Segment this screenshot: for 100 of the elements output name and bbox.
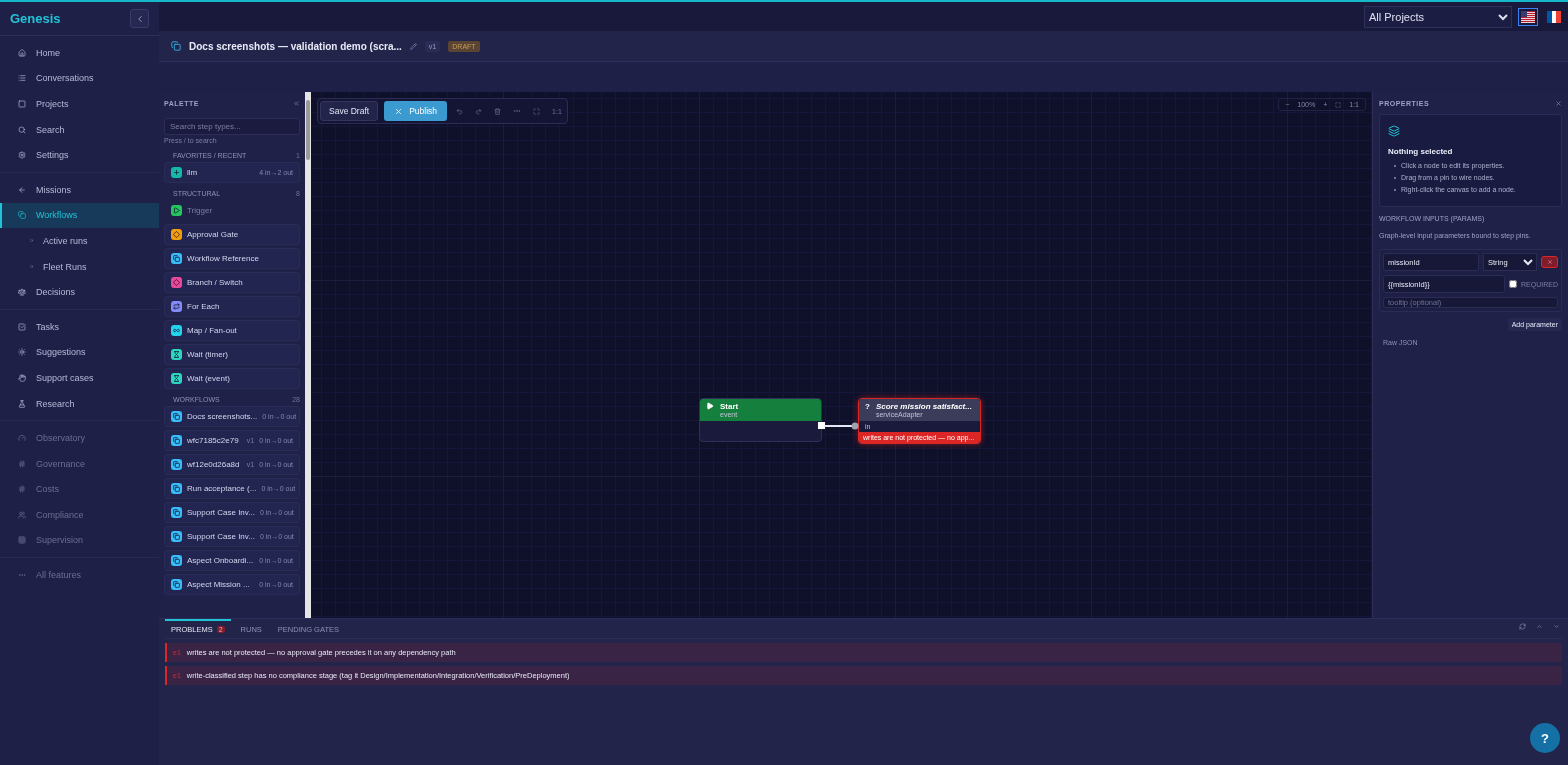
palette-item[interactable]: Wait (event) [164, 368, 300, 389]
nav-label: Projects [36, 99, 69, 109]
trash-icon [494, 107, 502, 115]
required-checkbox[interactable] [1509, 280, 1518, 288]
nav-item[interactable]: Research [0, 390, 159, 417]
nav-item[interactable]: Support cases [0, 365, 159, 391]
x-icon [1546, 259, 1553, 265]
people-icon [18, 510, 26, 519]
nav-label: Tasks [36, 321, 59, 332]
home-icon [18, 48, 26, 57]
nav-item[interactable]: Search [0, 116, 159, 143]
nodes-icon [1388, 125, 1400, 137]
workflow-icon [171, 41, 181, 51]
step-label: Run acceptance (... [187, 484, 257, 493]
nav-item[interactable]: Missions [0, 176, 159, 203]
project-select[interactable]: All Projects [1364, 5, 1512, 28]
nav-label: Research [36, 398, 75, 409]
redo-icon [475, 107, 483, 115]
brand-name: Genesis [10, 11, 61, 26]
palette-item[interactable]: Map / Fan-out [164, 320, 300, 341]
nav-label: Fleet Runs [43, 261, 87, 272]
undo-icon [456, 107, 464, 115]
step-label: wfc7185c2e79 [187, 436, 240, 445]
fullscreen-icon [533, 107, 541, 115]
search-icon [18, 125, 26, 134]
palette-item[interactable]: Workflow Reference [164, 248, 300, 269]
nav-label: Governance [36, 458, 86, 469]
nav-label: Supervision [36, 535, 84, 546]
palette-item[interactable]: Approval Gate [164, 224, 300, 245]
nav-item[interactable]: Home [0, 40, 159, 66]
step-label: Approval Gate [187, 230, 240, 239]
chevron-up-icon[interactable] [1536, 623, 1543, 630]
node-title: Start [720, 402, 739, 411]
us-flag-icon [1521, 10, 1535, 23]
nav-item[interactable]: Suggestions [0, 339, 159, 366]
step-label: Aspect Onboardi... [187, 556, 255, 565]
help-button[interactable]: ? [1530, 723, 1560, 753]
step-label: Support Case Inv... [187, 532, 255, 541]
nav-item[interactable]: Conversations [0, 65, 159, 92]
step-label: Wait (event) [187, 374, 231, 383]
nav-item[interactable]: Decisions [0, 279, 159, 305]
palette-item[interactable]: Wait (timer) [164, 344, 300, 365]
palette-item[interactable]: Branch / Switch [164, 272, 300, 293]
remove-param-button[interactable] [1541, 256, 1558, 268]
collapse-icon[interactable] [293, 99, 300, 107]
fit-view-icon[interactable] [1335, 101, 1342, 108]
nav-label: Support cases [36, 372, 94, 383]
nav-label: Conversations [36, 73, 94, 84]
chevron-down-icon[interactable] [1553, 623, 1560, 630]
hash-icon [18, 485, 26, 494]
step-label: wf12e0d26a8d [187, 460, 240, 469]
more-icon [513, 107, 522, 115]
step-label: llm [187, 168, 199, 177]
save-draft-button[interactable]: Save Draft [320, 101, 379, 121]
step-label: Support Case Inv... [187, 508, 255, 517]
play-icon [706, 402, 714, 410]
edit-icon[interactable] [409, 42, 417, 50]
nav-item[interactable]: Settings [0, 142, 159, 168]
nav-label: Compliance [36, 509, 84, 520]
step-label: Branch / Switch [187, 278, 244, 287]
nav-label: Missions [36, 184, 71, 195]
nav-label: All features [36, 570, 82, 581]
settings-icon [18, 151, 26, 160]
nav-label: Decisions [36, 287, 75, 298]
nav-label: Costs [36, 484, 59, 495]
arrow-icon [18, 185, 26, 194]
nav-label: Active runs [43, 235, 88, 246]
search-field[interactable]: Search step types... [164, 118, 300, 135]
nav-label: Settings [36, 150, 69, 161]
nav-item[interactable]: Tasks [0, 313, 159, 340]
list-icon [18, 74, 26, 83]
workflow-title: Docs screenshots — validation demo (scra... [189, 40, 402, 52]
step-label: For Each [187, 302, 221, 311]
palette-item[interactable]: For Each [164, 296, 300, 317]
nav-label: Search [36, 124, 65, 135]
checkbox-icon [18, 322, 26, 331]
nav-item[interactable]: Projects [0, 91, 159, 117]
nav-item[interactable]: Workflows [0, 202, 159, 229]
nav-item[interactable]: Fleet Runs [0, 253, 159, 280]
nav-label: Suggestions [36, 347, 86, 358]
sun-icon [18, 348, 26, 357]
step-label: Trigger [187, 206, 214, 215]
flask-icon [18, 399, 26, 408]
node-glyph: ? [865, 402, 870, 413]
square-icon [18, 100, 26, 108]
refresh-icon[interactable] [1519, 623, 1526, 630]
nav-label: Home [36, 47, 60, 58]
collapse-button[interactable] [130, 9, 149, 28]
hand-icon [18, 373, 26, 382]
x-icon [394, 106, 404, 116]
step-label: Map / Fan-out [187, 326, 238, 335]
step-label: Workflow Reference [187, 254, 260, 263]
node-title: Score mission satisfact... [875, 402, 972, 411]
nav-label: Observatory [36, 433, 86, 444]
nav-label: Workflows [36, 210, 78, 221]
nav-item[interactable]: Active runs [0, 228, 159, 254]
close-icon[interactable] [1555, 99, 1562, 107]
empty-title: Nothing selected [1388, 147, 1454, 156]
language-button[interactable] [1518, 7, 1538, 26]
step-label: Docs screenshots... [187, 412, 258, 421]
